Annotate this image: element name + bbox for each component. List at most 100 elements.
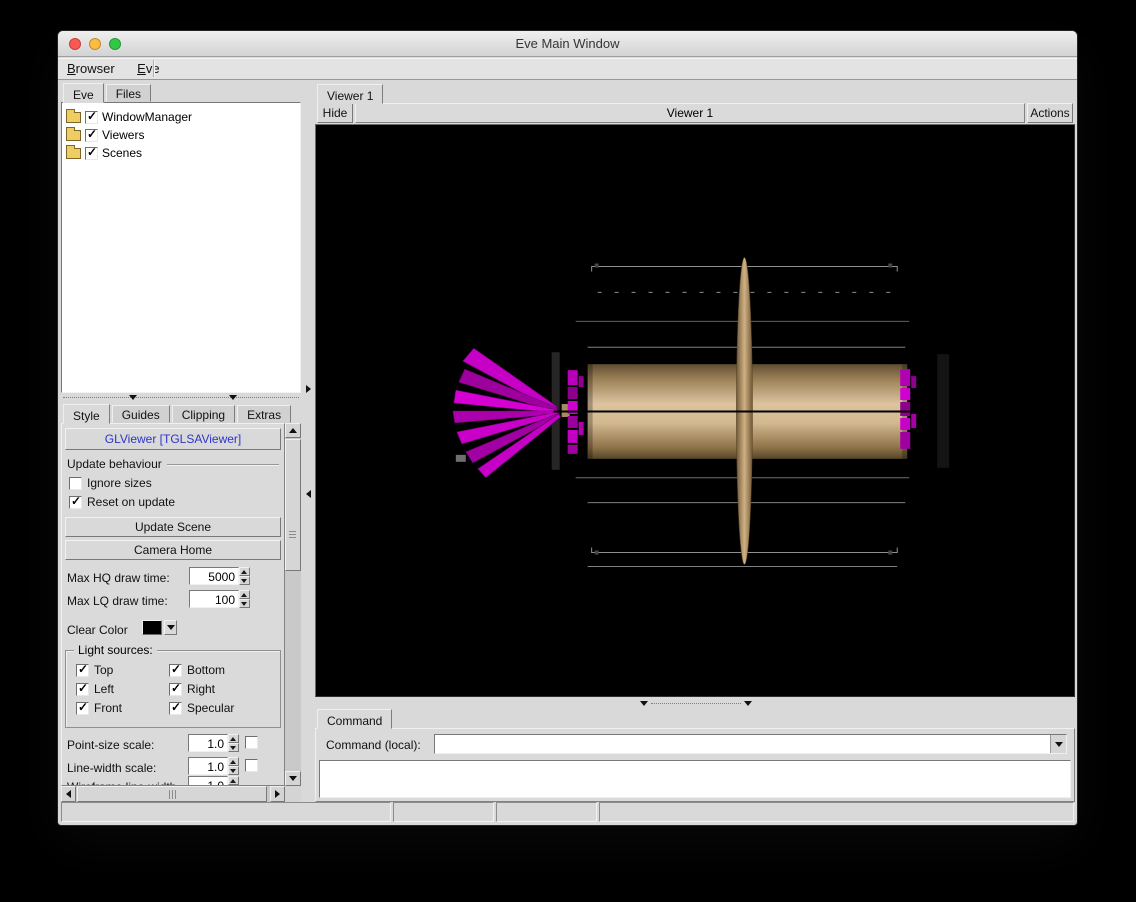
spin-down-button[interactable] (239, 599, 250, 608)
light-bottom-checkbox[interactable] (169, 662, 182, 677)
tree-item-checkbox[interactable] (85, 127, 98, 142)
splitter-arrow-icon[interactable] (306, 490, 311, 498)
horizontal-splitter[interactable] (61, 393, 301, 403)
menu-eve[interactable]: Eve (128, 58, 168, 79)
update-scene-button[interactable]: Update Scene (65, 517, 281, 537)
clear-color-swatch[interactable] (142, 620, 162, 635)
viewer-title-bar[interactable]: Viewer 1 (355, 103, 1025, 123)
scroll-down-button[interactable] (285, 771, 301, 786)
tree-item[interactable]: WindowManager (64, 108, 298, 126)
horizontal-scrollbar[interactable] (61, 786, 285, 802)
window-title: Eve Main Window (515, 36, 620, 51)
viewport-splitter[interactable] (640, 699, 752, 707)
folder-icon (66, 145, 81, 159)
scrollbar-thumb[interactable] (77, 786, 267, 802)
menu-browser[interactable]: Browser (58, 58, 124, 79)
spin-up-button[interactable] (228, 776, 239, 785)
spin-up-button[interactable] (239, 567, 250, 576)
minimize-button[interactable] (89, 38, 101, 50)
actions-button[interactable]: Actions (1027, 103, 1073, 123)
spin-down-button[interactable] (239, 576, 250, 585)
gl-viewport[interactable] (315, 124, 1075, 697)
tree-item-checkbox[interactable] (85, 145, 98, 160)
tab-clipping[interactable]: Clipping (171, 405, 236, 423)
tab-eve[interactable]: Eve (63, 83, 104, 103)
tab-command[interactable]: Command (317, 709, 393, 729)
spin-up-button[interactable] (228, 734, 239, 743)
update-behaviour-label: Update behaviour (67, 457, 162, 471)
camera-home-button[interactable]: Camera Home (65, 540, 281, 560)
command-local-label: Command (local): (326, 738, 421, 752)
splitter-arrow-icon[interactable] (306, 385, 311, 393)
hide-button[interactable]: Hide (317, 103, 353, 123)
reset-on-update-row[interactable]: Reset on update (69, 494, 175, 509)
titlebar[interactable]: Eve Main Window (58, 31, 1077, 57)
spin-down-button[interactable] (228, 743, 239, 752)
menubar: Browser Eve (58, 58, 1077, 80)
light-left-label: Left (94, 682, 115, 696)
light-right-row[interactable]: Right (169, 681, 215, 696)
scroll-right-button[interactable] (270, 786, 285, 802)
clear-color-dropdown[interactable] (164, 620, 177, 635)
wireframe-line-width-input[interactable]: 1.0 (188, 776, 228, 785)
detector-right-ring (900, 369, 917, 449)
splitter-arrow-icon[interactable] (640, 700, 648, 706)
scrollbar-thumb[interactable] (285, 439, 301, 571)
light-front-checkbox[interactable] (76, 700, 89, 715)
ignore-sizes-label: Ignore sizes (87, 476, 152, 490)
tab-files[interactable]: Files (105, 84, 152, 102)
line-width-scale-input[interactable]: 1.0 (188, 757, 228, 775)
zoom-button[interactable] (109, 38, 121, 50)
tab-style[interactable]: Style (63, 404, 110, 424)
light-left-checkbox[interactable] (76, 681, 89, 696)
tab-viewer-1[interactable]: Viewer 1 (317, 84, 384, 104)
command-output[interactable] (319, 760, 1071, 798)
light-specular-row[interactable]: Specular (169, 700, 234, 715)
splitter-arrow-icon[interactable] (229, 395, 237, 400)
spin-up-button[interactable] (228, 757, 239, 766)
spin-up-button[interactable] (239, 590, 250, 599)
light-right-checkbox[interactable] (169, 681, 182, 696)
ignore-sizes-row[interactable]: Ignore sizes (69, 476, 152, 490)
spin-down-button[interactable] (228, 766, 239, 775)
tree-item-label[interactable]: WindowManager (102, 110, 192, 124)
command-combobox[interactable] (434, 734, 1067, 754)
command-dropdown-button[interactable] (1050, 735, 1066, 753)
splitter-arrow-icon[interactable] (129, 395, 137, 400)
eve-main-window: Eve Main Window Browser Eve Eve Files Wi… (57, 30, 1078, 826)
point-size-scale-input[interactable]: 1.0 (188, 734, 228, 752)
light-top-row[interactable]: Top (76, 662, 113, 677)
light-front-row[interactable]: Front (76, 700, 122, 715)
light-bottom-row[interactable]: Bottom (169, 662, 225, 677)
point-size-checkbox[interactable] (245, 736, 258, 749)
close-button[interactable] (69, 38, 81, 50)
tree-item-checkbox[interactable] (85, 109, 98, 124)
detector-endcap-fan (452, 347, 562, 479)
status-cell (61, 802, 391, 822)
detector-3d-render (452, 257, 950, 567)
reset-on-update-checkbox[interactable] (69, 494, 82, 509)
max-lq-input[interactable]: 100 (189, 590, 239, 608)
command-input[interactable] (435, 735, 1050, 753)
scrollbar-corner (285, 786, 301, 802)
tab-guides[interactable]: Guides (111, 405, 170, 423)
max-hq-input[interactable]: 5000 (189, 567, 239, 585)
vertical-splitter[interactable] (303, 80, 314, 802)
scroll-left-button[interactable] (61, 786, 76, 802)
scroll-up-button[interactable] (285, 423, 301, 438)
vertical-scrollbar[interactable] (285, 423, 301, 786)
splitter-arrow-icon[interactable] (744, 700, 752, 706)
status-cell (496, 802, 597, 822)
max-hq-spinner (239, 567, 250, 585)
light-specular-checkbox[interactable] (169, 700, 182, 715)
tab-extras[interactable]: Extras (237, 405, 292, 423)
tree-item-label[interactable]: Scenes (102, 146, 142, 160)
line-width-checkbox[interactable] (245, 759, 258, 772)
tree-item[interactable]: Viewers (64, 126, 298, 144)
tree-item[interactable]: Scenes (64, 144, 298, 162)
ignore-sizes-checkbox[interactable] (69, 476, 82, 490)
light-left-row[interactable]: Left (76, 681, 115, 696)
light-top-checkbox[interactable] (76, 662, 89, 677)
glviewer-button[interactable]: GLViewer [TGLSAViewer] (65, 428, 281, 450)
tree-item-label[interactable]: Viewers (102, 128, 144, 142)
